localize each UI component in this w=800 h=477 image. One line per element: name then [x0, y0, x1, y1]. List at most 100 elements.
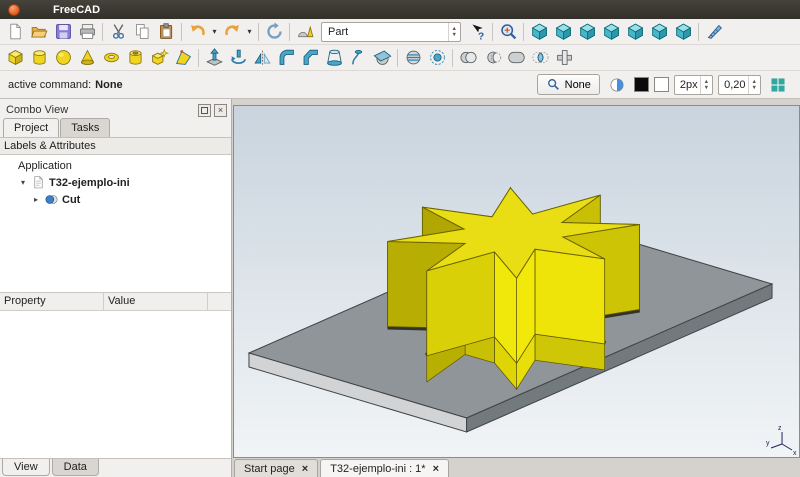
spinner-arrows-icon[interactable]: ▲▼ — [700, 76, 712, 94]
sphere-icon[interactable] — [51, 46, 75, 70]
redo-icon[interactable] — [220, 20, 244, 44]
toolbar-separator — [198, 49, 199, 67]
wb-icon[interactable] — [293, 20, 317, 44]
tube-icon[interactable] — [123, 46, 147, 70]
3d-scene[interactable]: z y x — [234, 106, 799, 457]
torus-icon[interactable] — [99, 46, 123, 70]
sweep-icon[interactable] — [346, 46, 370, 70]
toolbar-standard: ▾ ▾ Part▲▼? — [0, 19, 800, 45]
workbench-selected-label: Part — [328, 26, 448, 38]
cut-icon[interactable] — [106, 20, 130, 44]
chamfer-icon[interactable] — [298, 46, 322, 70]
tree-item-application[interactable]: Application — [0, 157, 231, 174]
dropdown-caret-icon[interactable]: ▾ — [244, 27, 255, 36]
fillet-icon[interactable] — [274, 46, 298, 70]
workbench-selector[interactable]: Part▲▼ — [321, 22, 461, 42]
face-color-swatch[interactable] — [654, 77, 669, 92]
selection-filter-label: None — [565, 79, 591, 91]
command-status-bar: active command: None None 2px ▲▼ 0,20 ▲▼ — [0, 71, 800, 99]
active-command-label: active command: — [8, 79, 91, 91]
xsections-icon[interactable] — [401, 46, 425, 70]
toolbar-part-tools — [0, 45, 800, 71]
property-column-value[interactable]: Value — [104, 293, 208, 310]
joinconnect-icon[interactable] — [552, 46, 576, 70]
property-table-body — [0, 311, 231, 458]
tree-item-cut[interactable]: ▸Cut — [0, 191, 231, 208]
help-icon[interactable]: ? — [465, 20, 489, 44]
cube-top-icon[interactable] — [575, 20, 599, 44]
tree-item-t32-ejemplo-ini[interactable]: ▾ T32-ejemplo-ini — [0, 174, 231, 191]
selection-filter-button[interactable]: None — [537, 74, 600, 95]
toolbar-separator — [102, 23, 103, 41]
grid-snap-icon[interactable] — [766, 73, 790, 97]
cube-bottom-icon[interactable] — [647, 20, 671, 44]
fitall-icon[interactable] — [496, 20, 520, 44]
boolean-icon[interactable] — [456, 46, 480, 70]
tree-expander-icon[interactable]: ▾ — [18, 178, 28, 187]
cube-right-icon[interactable] — [599, 20, 623, 44]
offset-icon[interactable] — [425, 46, 449, 70]
titlebar: FreeCAD — [0, 0, 800, 19]
window-close-button[interactable] — [8, 4, 20, 16]
cube-left-icon[interactable] — [671, 20, 695, 44]
svg-text:z: z — [778, 425, 782, 432]
labels-attributes-header: Labels & Attributes — [0, 138, 231, 155]
tab-data[interactable]: Data — [52, 459, 99, 476]
document-icon — [31, 175, 46, 190]
toolbar-separator — [289, 23, 290, 41]
3d-canvas[interactable]: z y x — [233, 105, 800, 458]
line-width-spinner[interactable]: 2px ▲▼ — [674, 75, 713, 95]
tolerance-value: 0,20 — [724, 79, 745, 91]
print-icon[interactable] — [75, 20, 99, 44]
refresh-icon[interactable] — [262, 20, 286, 44]
tab-view[interactable]: View — [2, 459, 50, 476]
section-icon[interactable] — [370, 46, 394, 70]
cube-iso-icon[interactable] — [527, 20, 551, 44]
union-icon[interactable] — [504, 46, 528, 70]
spinner-arrows-icon[interactable]: ▲▼ — [748, 76, 760, 94]
document-tab[interactable]: Start page× — [234, 459, 318, 477]
cube-rear-icon[interactable] — [623, 20, 647, 44]
extrude-icon[interactable] — [202, 46, 226, 70]
new-icon[interactable] — [3, 20, 27, 44]
line-color-swatch[interactable] — [634, 77, 649, 92]
cube-front-icon[interactable] — [551, 20, 575, 44]
combo-spinner-icon[interactable]: ▲▼ — [448, 23, 460, 41]
document-tab-bar: Start page× T32-ejemplo-ini : 1* × — [232, 458, 800, 477]
tolerance-spinner[interactable]: 0,20 ▲▼ — [718, 75, 761, 95]
view-appearance-controls: None 2px ▲▼ 0,20 ▲▼ — [537, 73, 792, 97]
copy-icon[interactable] — [130, 20, 154, 44]
tree-expander-icon[interactable]: ▸ — [31, 195, 41, 204]
close-tab-icon[interactable]: × — [433, 463, 439, 475]
shapebuilder-icon[interactable] — [171, 46, 195, 70]
dropdown-caret-icon[interactable]: ▾ — [209, 27, 220, 36]
property-column-property[interactable]: Property — [0, 293, 104, 310]
measure-icon[interactable] — [702, 20, 726, 44]
box-icon[interactable] — [3, 46, 27, 70]
cylinder-icon[interactable] — [27, 46, 51, 70]
close-panel-icon[interactable]: × — [214, 104, 227, 117]
primitives-icon[interactable] — [147, 46, 171, 70]
undo-icon[interactable] — [185, 20, 209, 44]
float-panel-icon[interactable] — [198, 104, 211, 117]
cone-icon[interactable] — [75, 46, 99, 70]
common-icon[interactable] — [528, 46, 552, 70]
open-icon[interactable] — [27, 20, 51, 44]
combo-view-panel: Combo View × ProjectTasks Labels & Attri… — [0, 99, 232, 477]
combo-view-title: Combo View — [6, 104, 195, 116]
combo-view-header: Combo View × — [0, 99, 231, 118]
save-icon[interactable] — [51, 20, 75, 44]
cutbool-icon[interactable] — [480, 46, 504, 70]
mirror-icon[interactable] — [250, 46, 274, 70]
appearance-icon[interactable] — [605, 73, 629, 97]
tree-item-label: T32-ejemplo-ini — [49, 177, 130, 189]
loft-icon[interactable] — [322, 46, 346, 70]
paste-icon[interactable] — [154, 20, 178, 44]
document-tab-label: T32-ejemplo-ini : 1* — [330, 463, 425, 475]
document-tab[interactable]: T32-ejemplo-ini : 1* × — [320, 459, 449, 477]
toolbar-separator — [492, 23, 493, 41]
tab-tasks[interactable]: Tasks — [60, 118, 110, 137]
revolve-icon[interactable] — [226, 46, 250, 70]
tab-project[interactable]: Project — [3, 118, 59, 137]
close-tab-icon[interactable]: × — [302, 463, 308, 475]
